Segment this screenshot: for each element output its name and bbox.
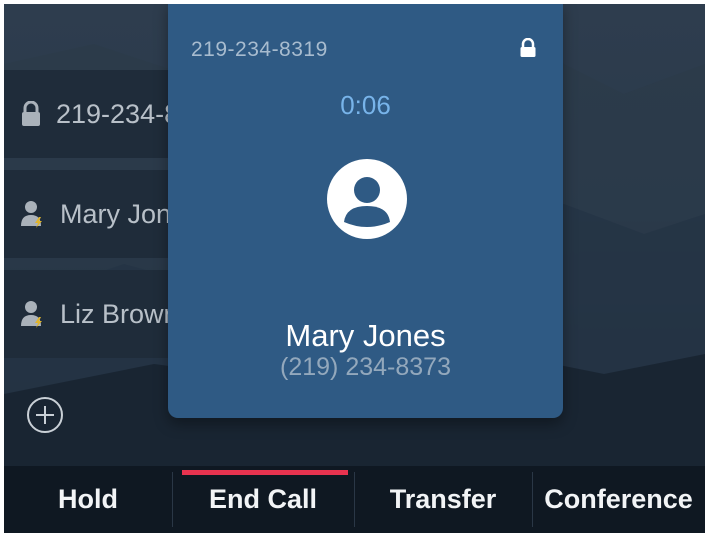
caller-name: Mary Jones	[285, 318, 446, 353]
plus-circle-icon[interactable]	[24, 394, 66, 436]
lock-icon	[519, 37, 537, 58]
phone-screen: 219-234-8319 Mary Jones Liz Brown	[4, 4, 705, 533]
softkey-label: Hold	[58, 484, 118, 514]
contact-icon	[20, 199, 46, 229]
transfer-button[interactable]: Transfer	[354, 466, 532, 533]
line-item-2[interactable]: Mary Jones	[4, 170, 194, 258]
line-number: 219-234-8319	[191, 38, 328, 61]
caller-phone: (219) 234-8373	[280, 353, 451, 381]
lock-icon	[20, 99, 42, 129]
hold-button[interactable]: Hold	[4, 466, 172, 533]
softkey-bar: Hold End Call Transfer Conference	[4, 466, 705, 533]
softkey-label: Transfer	[389, 484, 497, 514]
line-item-3[interactable]: Liz Brown	[4, 270, 194, 358]
contact-icon	[20, 299, 46, 329]
conference-button[interactable]: Conference	[532, 466, 705, 533]
active-call-card: 219-234-8319 0:06 Mary Jones (219) 234-8…	[168, 4, 563, 418]
end-call-button[interactable]: End Call	[172, 466, 354, 533]
active-indicator	[182, 470, 348, 475]
line-item-1[interactable]: 219-234-8319	[4, 70, 194, 158]
softkey-label: End Call	[208, 484, 317, 514]
call-timer: 0:06	[340, 90, 391, 120]
softkey-label: Conference	[544, 484, 693, 514]
line-item-label: Liz Brown	[60, 298, 179, 329]
person-avatar-icon	[326, 158, 408, 240]
